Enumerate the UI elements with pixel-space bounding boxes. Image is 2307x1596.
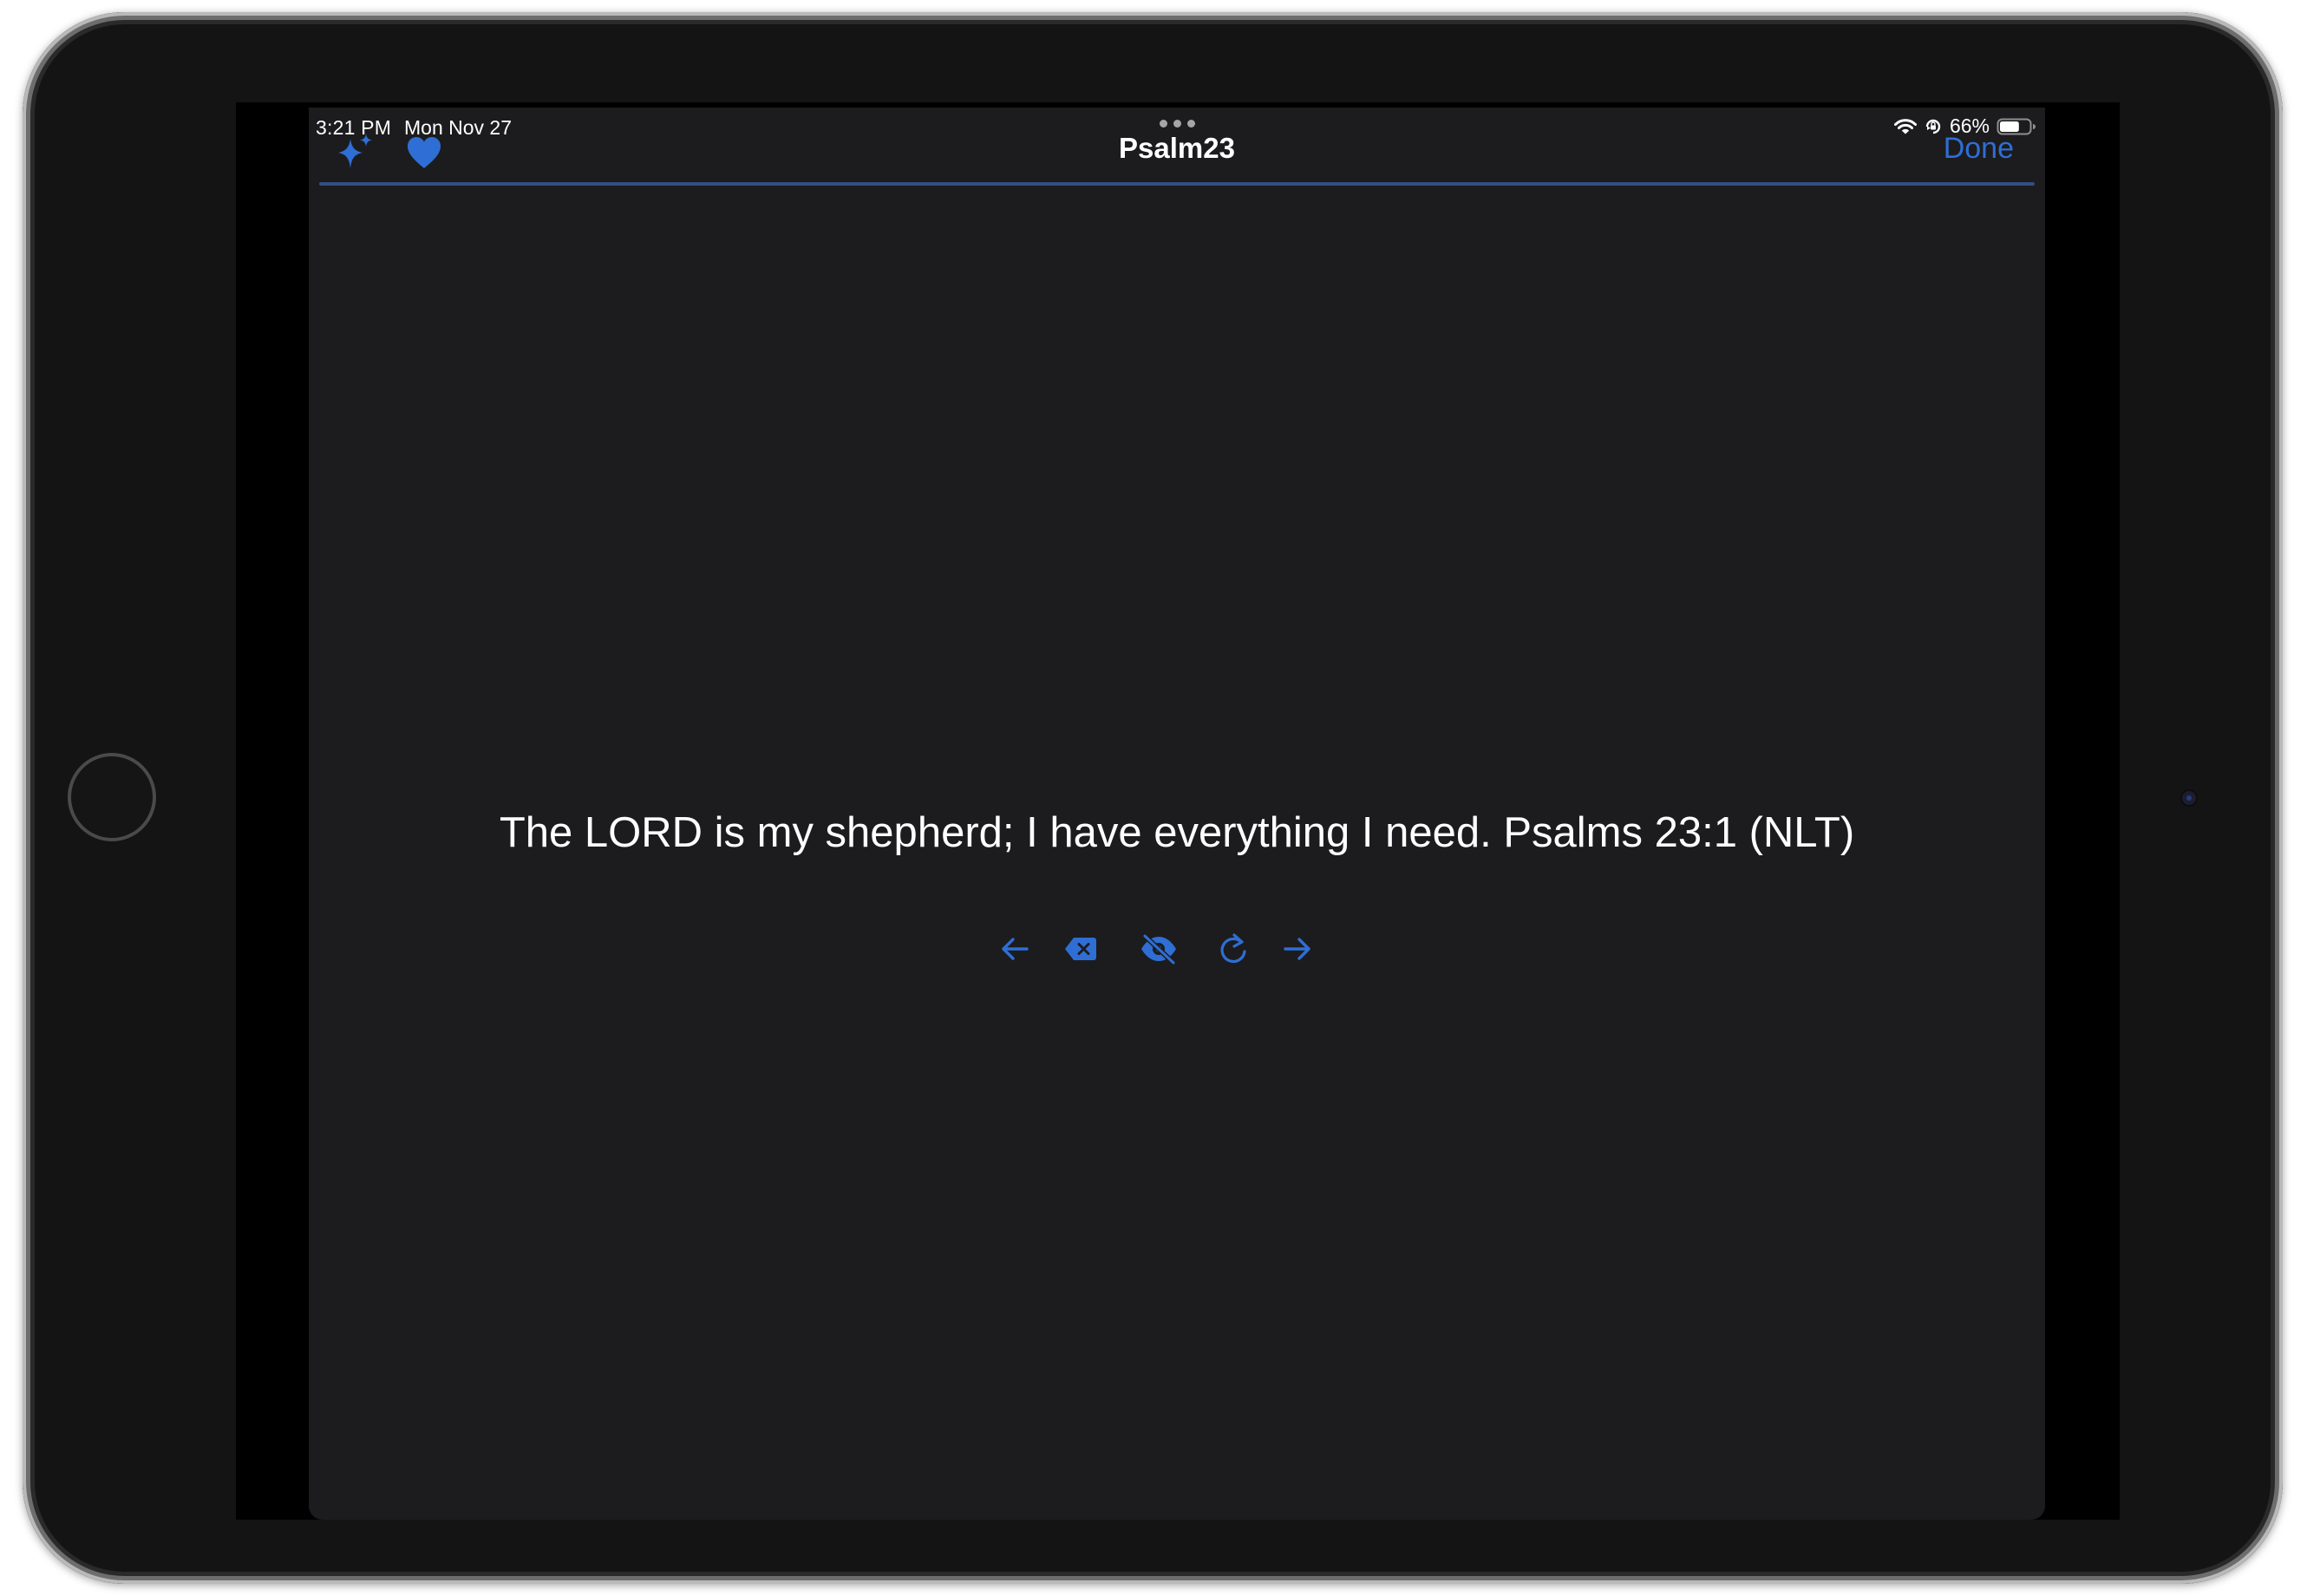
home-button[interactable]: [68, 753, 156, 841]
next-button[interactable]: [1280, 923, 1315, 975]
screen: 3:21 PM Mon Nov 27 66% Psalm23 Done The …: [236, 102, 2120, 1520]
delete-icon: [1063, 936, 1098, 962]
verse-text: The LORD is my shepherd; I have everythi…: [499, 809, 1855, 856]
done-button[interactable]: Done: [1944, 132, 2014, 166]
dot: [1186, 120, 1195, 128]
hide-text-button[interactable]: [1138, 923, 1180, 975]
verse-sheet: 3:21 PM Mon Nov 27 66% Psalm23 Done The …: [309, 108, 2045, 1520]
delete-word-button[interactable]: [1062, 923, 1100, 975]
refresh-icon: [1219, 932, 1248, 965]
ipad-device: 3:21 PM Mon Nov 27 66% Psalm23 Done The …: [23, 12, 2283, 1584]
verse-controls: [309, 923, 2045, 975]
restart-button[interactable]: [1218, 923, 1249, 975]
multitasking-dots[interactable]: [1147, 120, 1207, 128]
dot: [1173, 120, 1181, 128]
eye-slash-icon: [1139, 933, 1179, 965]
previous-button[interactable]: [997, 923, 1032, 975]
front-camera: [2182, 791, 2196, 805]
arrow-left-icon: [1000, 936, 1029, 962]
stage: 3:21 PM Mon Nov 27 66% Psalm23 Done The …: [0, 0, 2307, 1596]
page-title: Psalm23: [1119, 132, 1235, 164]
progress-divider: [319, 182, 2035, 186]
arrow-right-icon: [1283, 936, 1312, 962]
dot: [1159, 120, 1167, 128]
